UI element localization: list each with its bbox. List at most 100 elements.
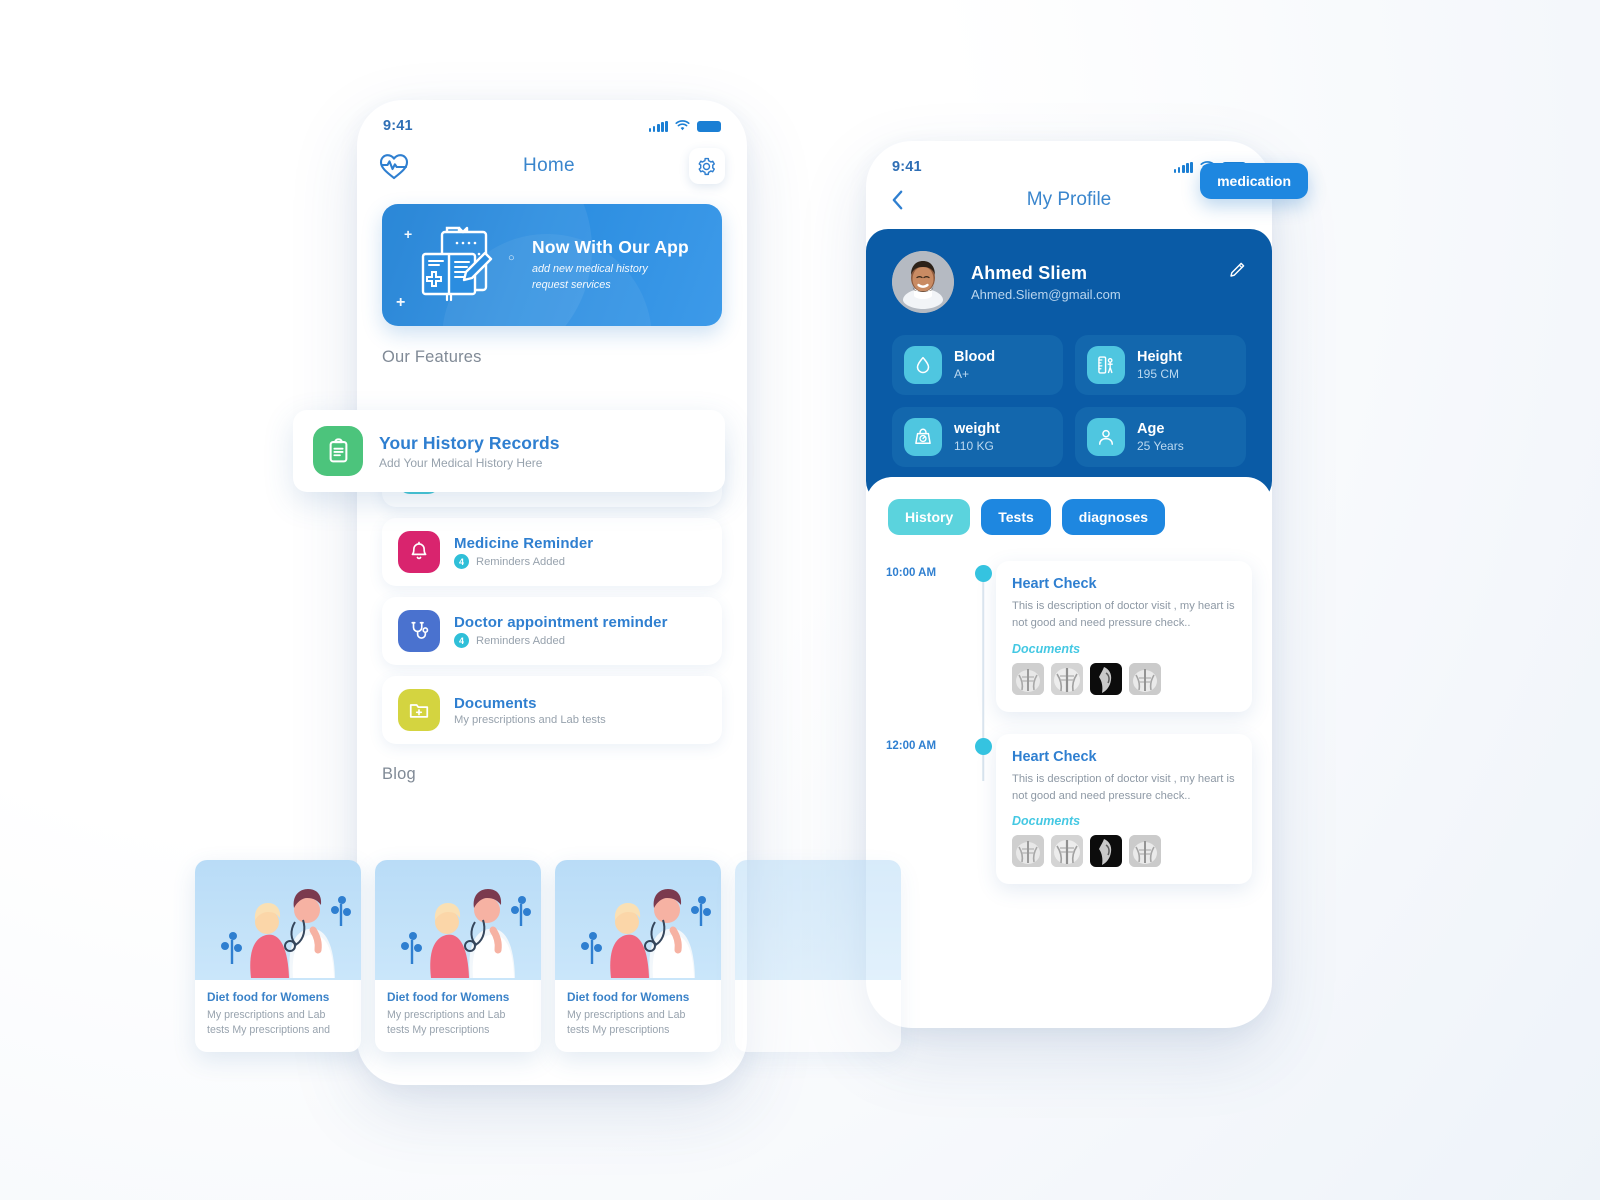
stat-card-blood[interactable]: Blood A+ <box>892 335 1063 395</box>
blog-card-body <box>735 980 901 1007</box>
profile-summary-panel: Ahmed Sliem Ahmed.Sliem@gmail.com Blood … <box>866 229 1272 503</box>
timeline-axis <box>970 734 996 755</box>
timeline-entry: 10:00 AM Heart Check This is description… <box>886 561 1252 781</box>
feature-title: Documents <box>454 694 537 712</box>
reminder-count-badge: 4 <box>454 633 469 648</box>
promo-banner[interactable]: + + ○ Now With Our App add new medical h… <box>382 204 722 326</box>
avatar[interactable] <box>892 251 954 313</box>
clipboard-icon <box>313 426 363 476</box>
health-stats-grid: Blood A+ Height 195 CM weight 110 KG Age… <box>892 335 1246 467</box>
bell-icon <box>398 531 440 573</box>
stat-card-age[interactable]: Age 25 Years <box>1075 407 1246 467</box>
tab-medication[interactable]: medication <box>1200 163 1308 199</box>
documents-label: Documents <box>1012 814 1081 829</box>
feature-row-medicine-reminder[interactable]: Medicine Reminder 4 Reminders Added <box>382 518 722 586</box>
blood-drop-icon <box>904 346 942 384</box>
xray-thumb-2[interactable] <box>1051 835 1083 868</box>
home-header: Home <box>357 134 747 194</box>
xray-thumb-3[interactable] <box>1090 835 1122 868</box>
feature-title: Medicine Reminder <box>454 535 594 552</box>
xray-thumb-1[interactable] <box>1012 835 1044 868</box>
cellular-bars-icon <box>648 120 668 132</box>
records-sheet: History Tests diagnoses 10:00 AM Heart C… <box>866 477 1272 947</box>
banner-text-block: Now With Our App add new medical history… <box>532 237 689 293</box>
record-tabs: History Tests diagnoses <box>866 499 1272 535</box>
status-time: 9:41 <box>892 159 922 175</box>
timeline-event-card[interactable]: Heart Check This is description of docto… <box>996 733 1252 885</box>
blog-heading: Blog <box>382 765 416 783</box>
phone-profile-screen: 9:41 My Profile Ahmed Sliem Ahmed.Sliem@… <box>866 141 1308 1028</box>
height-ruler-icon <box>1087 346 1125 384</box>
stat-value: A+ <box>954 367 970 381</box>
tab-tests[interactable]: Tests <box>981 499 1051 535</box>
banner-subtitle-line-1: add new medical history <box>532 262 648 275</box>
edit-profile-button[interactable] <box>1228 261 1246 284</box>
blog-card[interactable]: Diet food for Womens My prescriptions an… <box>195 860 361 1052</box>
stethoscope-icon <box>398 610 440 652</box>
timeline-dot <box>974 737 992 755</box>
timeline-time-col: 12:00 AM <box>886 734 970 752</box>
stat-card-weight[interactable]: weight 110 KG <box>892 407 1063 467</box>
stat-value: 25 Years <box>1137 439 1184 453</box>
feature-card-your-history-records[interactable]: Your History Records Add Your Medical Hi… <box>293 410 725 492</box>
blog-card-title: Diet food for Womens <box>567 990 690 1004</box>
blog-card-title: Diet food for Womens <box>387 990 510 1004</box>
xray-thumb-4[interactable] <box>1129 662 1161 695</box>
weight-scale-icon <box>904 418 942 456</box>
event-description: This is description of doctor visit , my… <box>1012 772 1235 803</box>
heartbeat-logo-icon[interactable] <box>379 153 409 180</box>
settings-button[interactable] <box>688 148 725 184</box>
stat-card-height[interactable]: Height 195 CM <box>1075 335 1246 395</box>
xray-thumb-1[interactable] <box>1012 662 1044 695</box>
blog-card[interactable]: Diet food for Womens My prescriptions an… <box>375 860 541 1052</box>
blog-card[interactable]: Diet food for Womens My prescriptions an… <box>555 860 721 1052</box>
featured-card-title: Your History Records <box>379 432 560 453</box>
status-time: 9:41 <box>383 118 413 134</box>
timeline-axis <box>970 561 996 781</box>
blog-card[interactable] <box>735 860 901 1052</box>
profile-email: Ahmed.Sliem@gmail.com <box>971 286 1121 302</box>
xray-thumb-4[interactable] <box>1129 835 1161 868</box>
person-icon <box>1087 418 1125 456</box>
plus-decoration-icon: + <box>404 226 413 242</box>
blog-card-body: Diet food for Womens My prescriptions an… <box>555 980 721 1052</box>
stat-label: Blood <box>954 349 996 365</box>
pencil-icon <box>1230 262 1245 277</box>
banner-subtitle-line-2: request services <box>532 278 611 291</box>
profile-screen-content: 9:41 My Profile Ahmed Sliem Ahmed.Sliem@… <box>866 141 1272 1028</box>
document-thumbnails <box>1012 835 1236 868</box>
reminder-count-badge: 4 <box>454 554 469 569</box>
doctor-patient-illustration <box>195 860 361 980</box>
stat-label: Height <box>1137 349 1183 365</box>
event-title: Heart Check <box>1012 576 1097 592</box>
feature-row-doctor-appointment-reminder[interactable]: Doctor appointment reminder 4 Reminders … <box>382 597 722 665</box>
tab-history[interactable]: History <box>888 499 971 535</box>
features-heading: Our Features <box>382 348 482 366</box>
stat-value: 110 KG <box>954 439 994 453</box>
blog-card-title: Diet food for Womens <box>207 990 330 1004</box>
document-thumbnails <box>1012 662 1236 695</box>
stat-value: 195 CM <box>1137 367 1180 381</box>
xray-thumb-2[interactable] <box>1051 662 1083 695</box>
blog-card-desc: My prescriptions and Lab tests My prescr… <box>387 1009 506 1037</box>
timeline-dot <box>974 565 992 582</box>
blog-card-desc: My prescriptions and Lab tests My prescr… <box>567 1009 686 1037</box>
profile-identity: Ahmed Sliem Ahmed.Sliem@gmail.com <box>892 251 1246 313</box>
timeline-time: 10:00 AM <box>886 567 937 579</box>
featured-card-subtitle: Add Your Medical History Here <box>379 455 543 470</box>
wifi-icon <box>675 120 690 131</box>
timeline-event-card[interactable]: Heart Check This is description of docto… <box>996 561 1252 712</box>
xray-thumb-3[interactable] <box>1090 662 1122 695</box>
cellular-bars-icon <box>1173 161 1193 173</box>
timeline-time-col: 10:00 AM <box>886 561 970 579</box>
battery-icon <box>697 120 721 132</box>
timeline-time: 12:00 AM <box>886 739 937 752</box>
event-title: Heart Check <box>1012 748 1097 765</box>
stat-label: weight <box>954 421 1000 437</box>
blog-card-body: Diet food for Womens My prescriptions an… <box>195 980 361 1052</box>
blog-card-carousel[interactable]: Diet food for Womens My prescriptions an… <box>195 860 901 1052</box>
history-timeline: 10:00 AM Heart Check This is description… <box>866 535 1272 908</box>
stat-label: Age <box>1137 421 1165 437</box>
feature-row-documents[interactable]: Documents My prescriptions and Lab tests <box>382 676 722 744</box>
tab-diagnoses[interactable]: diagnoses <box>1061 499 1166 535</box>
